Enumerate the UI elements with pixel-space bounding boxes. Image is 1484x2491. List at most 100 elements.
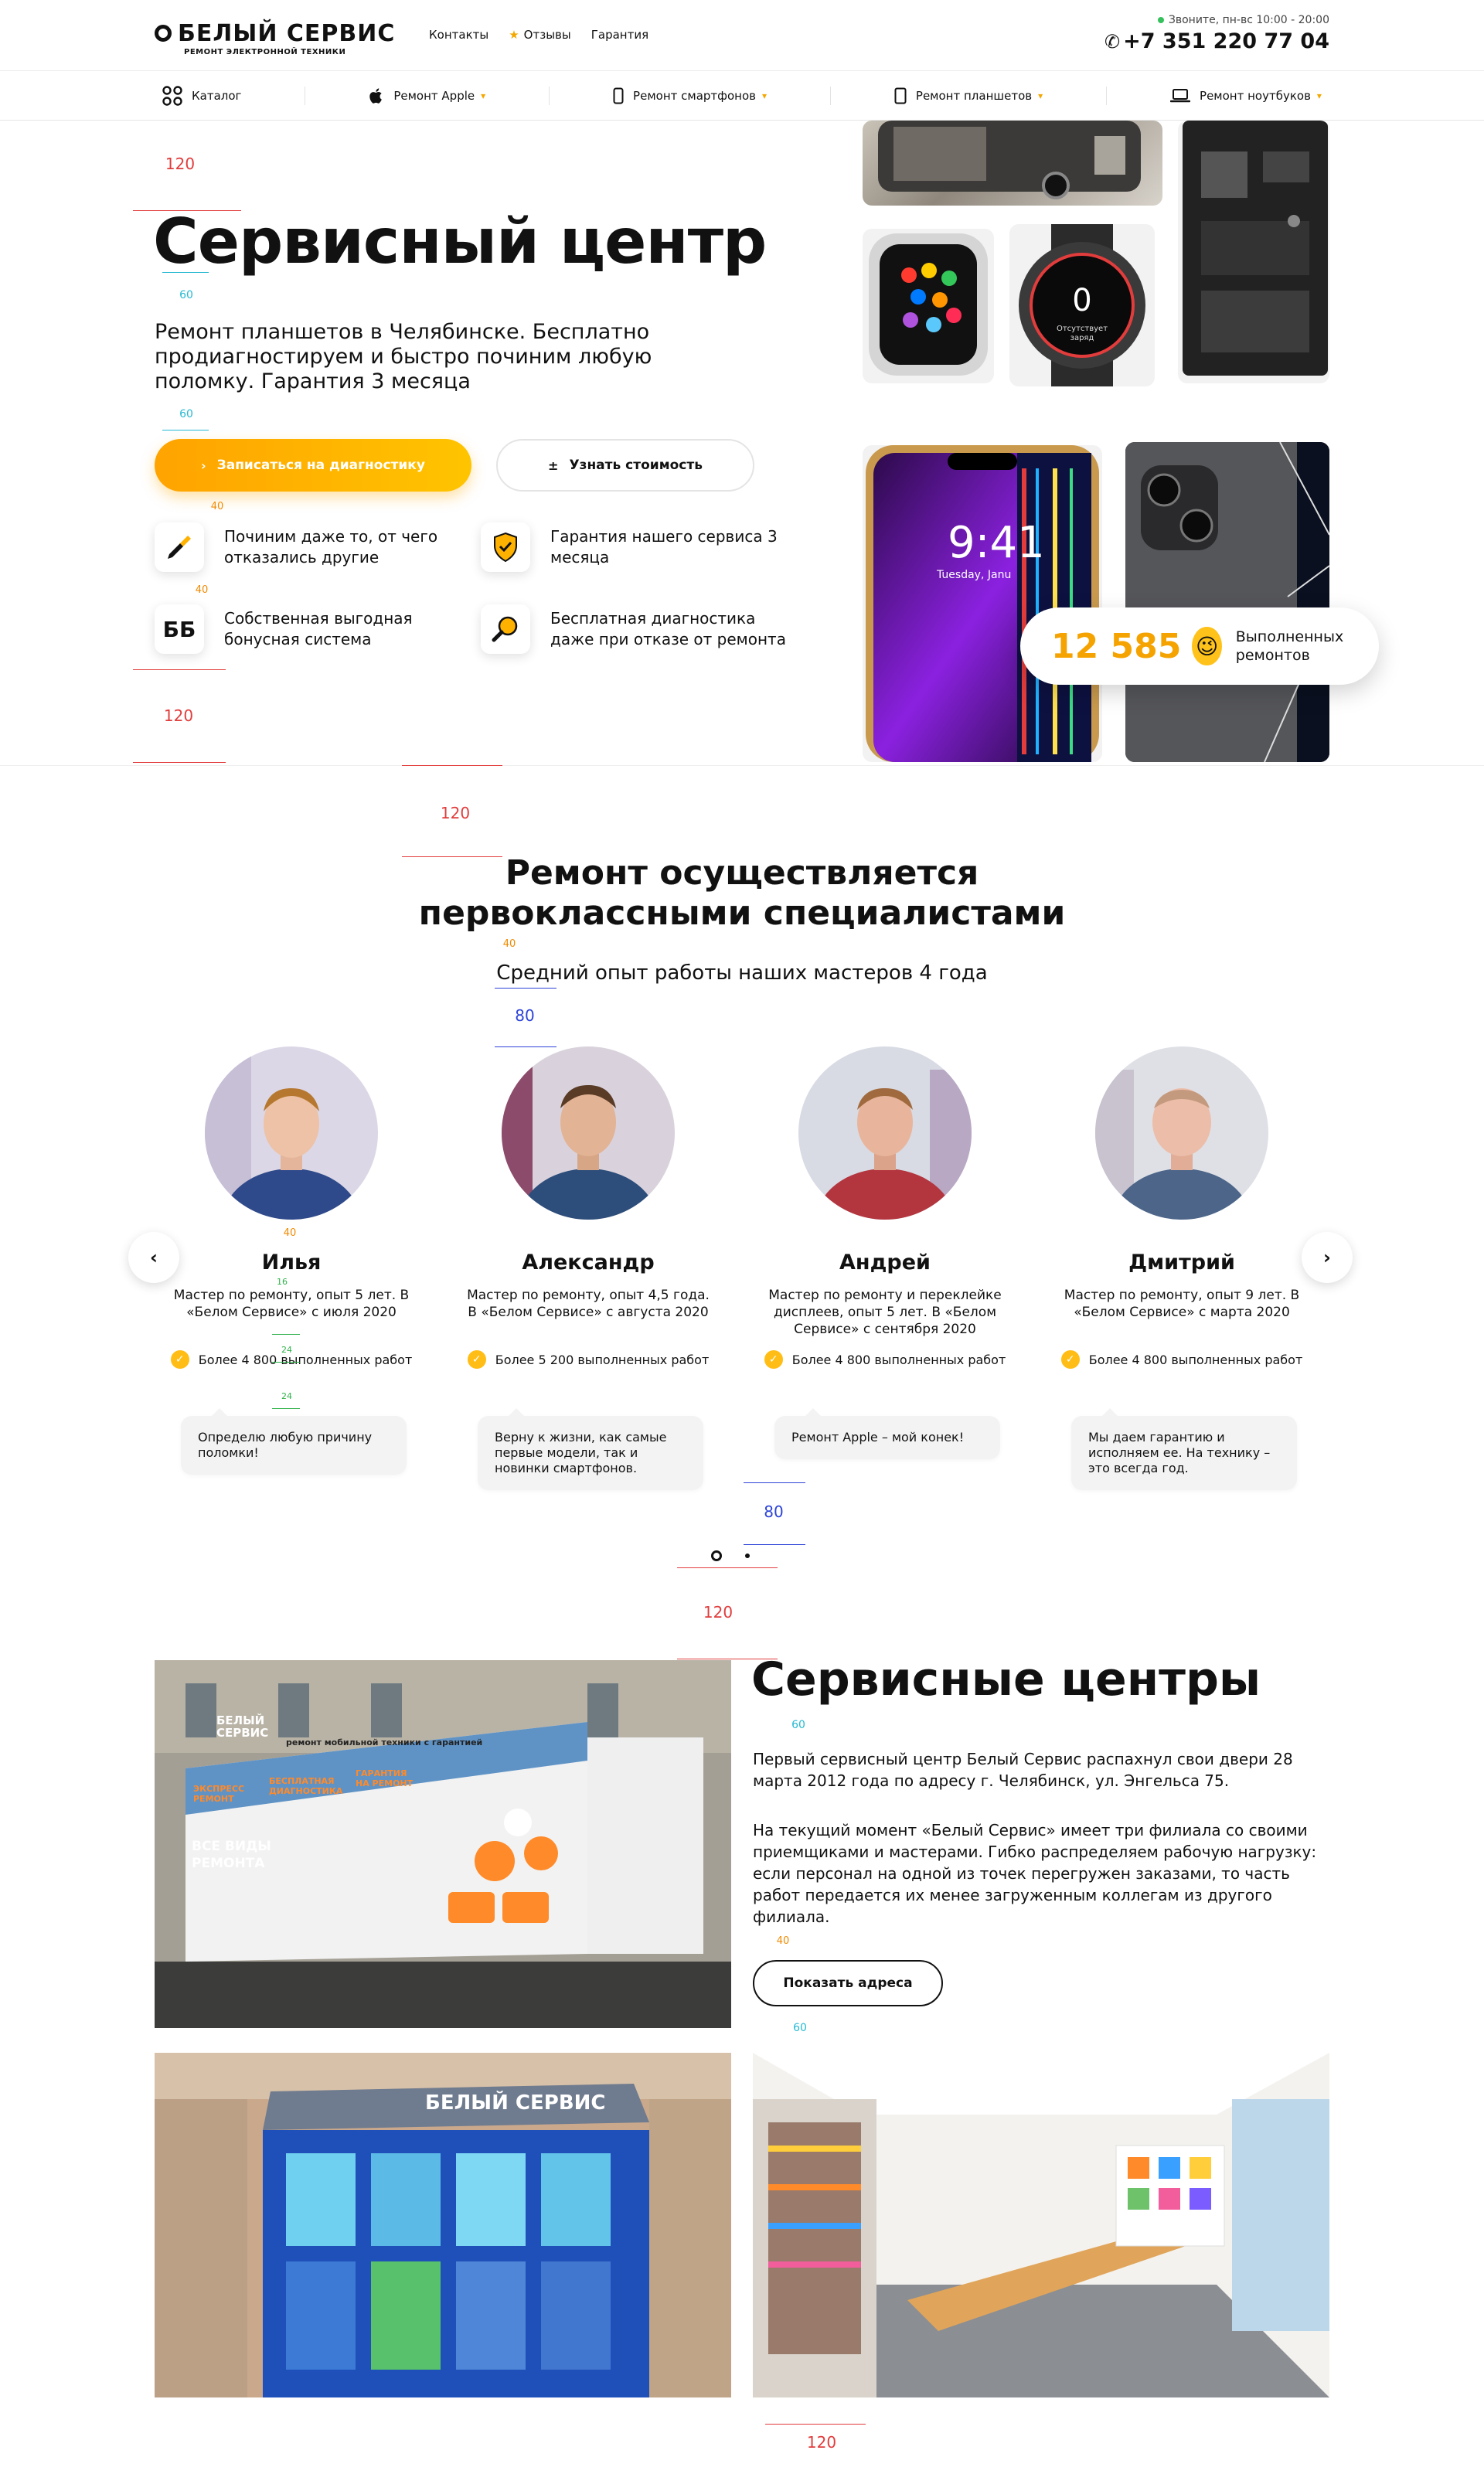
- guide-line: [744, 1482, 805, 1483]
- master-photo: [502, 1046, 675, 1220]
- show-addresses-button[interactable]: Показать адреса: [753, 1960, 943, 2006]
- spacing-guide: 120: [165, 155, 196, 173]
- spacing-guide: 40: [210, 501, 224, 512]
- hero-description: Ремонт планшетов в Челябинске. Бесплатно…: [155, 320, 652, 393]
- broken-ipad-illustration: [1125, 442, 1329, 762]
- link-contacts[interactable]: Контакты: [429, 28, 488, 42]
- master-quote: Определю любую причину поломки!: [181, 1408, 407, 1475]
- broken-iphone-illustration: [866, 445, 1099, 762]
- work-hours: Звоните, пн-вс 10:00 - 20:00: [1104, 14, 1329, 26]
- guide-line: [677, 1567, 778, 1568]
- spacing-guide: 60: [179, 289, 193, 301]
- repairs-count: 12 585: [1051, 626, 1182, 666]
- section-divider: [0, 765, 1484, 766]
- service-centers-paragraph: Первый сервисный центр Белый Сервис расп…: [753, 1750, 1293, 1790]
- online-dot-icon: [1157, 17, 1164, 23]
- laptop-icon: [1170, 89, 1191, 103]
- phone-icon: ✆: [1104, 31, 1121, 53]
- master-avatar-illustration: [1095, 1046, 1268, 1220]
- master-card: Илья Мастер по ремонту, опыт 5 лет. В «Б…: [164, 1046, 419, 1369]
- master-experience: Мастер по ремонту, опыт 9 лет. В «Белом …: [1064, 1288, 1300, 1320]
- repairs-label: Выполненных ремонтов: [1235, 628, 1344, 664]
- master-name: Андрей: [839, 1251, 931, 1274]
- master-experience: Мастер по ремонту, опыт 5 лет. В «Белом …: [173, 1288, 410, 1320]
- master-photo: [1095, 1046, 1268, 1220]
- specialists-subtitle: Средний опыт работы наших мастеров 4 год…: [496, 961, 988, 985]
- chevron-right-icon: ›: [201, 458, 206, 473]
- nav-catalog-label: Каталог: [192, 89, 242, 103]
- storefront-photo: БЕЛЫЙ СЕРВИС ремонт мобильной техники с …: [155, 1660, 731, 2028]
- link-reviews-label: Отзывы: [523, 28, 571, 42]
- master-name: Илья: [261, 1251, 322, 1274]
- store-interior-illustration: [753, 2053, 1329, 2397]
- blue-storefront-photo: БЕЛЫЙ СЕРВИС: [155, 2053, 731, 2397]
- hero-image-apple-watch: [863, 229, 994, 383]
- master-experience: Мастер по ремонту и переклейке дисплеев,…: [768, 1288, 1002, 1337]
- master-card: Андрей Мастер по ремонту и переклейке ди…: [757, 1046, 1013, 1369]
- top-links: Контакты ★ Отзывы Гарантия: [429, 28, 648, 42]
- master-experience: Мастер по ремонту, опыт 4,5 года. В «Бел…: [467, 1288, 710, 1320]
- bb-icon: ББ: [155, 604, 204, 654]
- chevron-down-icon: ▾: [1038, 90, 1043, 101]
- nav-apple-label: Ремонт Apple: [393, 89, 475, 103]
- nav-tablets[interactable]: Ремонт планшетов ▾: [887, 87, 1050, 104]
- master-quote: Ремонт Apple – мой конек!: [774, 1408, 1000, 1459]
- spacing-guide: 16: [277, 1277, 288, 1287]
- spacing-guide: 120: [163, 706, 194, 725]
- master-works-text: Более 4 800 выполненных работ: [1088, 1352, 1303, 1367]
- specialists-title: Ремонт осуществляется первоклассными спе…: [418, 853, 1066, 933]
- show-addresses-label: Показать адреса: [783, 1975, 913, 1991]
- guide-line: [133, 762, 226, 763]
- master-name: Александр: [522, 1251, 655, 1274]
- master-avatar-illustration: [798, 1046, 972, 1220]
- chevron-down-icon: ▾: [481, 90, 486, 101]
- guide-line: [495, 988, 556, 989]
- storefront-sign-brand: БЕЛЫЙ СЕРВИС: [216, 1713, 269, 1740]
- hero-image-broken-iphone: 9:41 Tuesday, Janu: [863, 445, 1102, 762]
- nav-catalog[interactable]: Каталог: [155, 86, 249, 106]
- site-header: БЕЛЫЙ СЕРВИС РЕМОНТ ЭЛЕКТРОННОЙ ТЕХНИКИ …: [0, 0, 1484, 71]
- carousel-pagination: [711, 1550, 750, 1561]
- blue-storefront-sign: БЕЛЫЙ СЕРВИС: [425, 2091, 606, 2115]
- hero-title: Сервисный центр: [153, 206, 767, 277]
- get-price-button[interactable]: ± Узнать стоимость: [496, 439, 754, 492]
- spacing-guide: 120: [703, 1603, 733, 1622]
- guide-line: [133, 669, 226, 670]
- pagination-dot-active[interactable]: [711, 1550, 722, 1561]
- master-works: ✓ Более 4 800 выполненных работ: [757, 1350, 1013, 1369]
- master-quote: Верну к жизни, как самые первые модели, …: [478, 1408, 703, 1490]
- link-reviews[interactable]: ★ Отзывы: [509, 28, 571, 42]
- chevron-down-icon: ▾: [1316, 90, 1322, 101]
- logo-subtitle: РЕМОНТ ЭЛЕКТРОННОЙ ТЕХНИКИ: [184, 48, 346, 56]
- nav-laptops[interactable]: Ремонт ноутбуков ▾: [1162, 88, 1329, 104]
- phone-icon: [613, 87, 624, 104]
- pagination-dot[interactable]: [745, 1553, 750, 1558]
- spacing-guide: 40: [776, 1935, 790, 1947]
- diagnostics-signup-button[interactable]: › Записаться на диагностику: [155, 439, 471, 492]
- spacing-guide: 120: [440, 804, 471, 822]
- phone-screen-date: Tuesday, Janu: [937, 569, 1012, 581]
- master-works-text: Более 4 800 выполненных работ: [791, 1352, 1006, 1367]
- feature-item: ББ Собственная выгодная бонусная система: [155, 604, 471, 654]
- check-icon: ✓: [170, 1350, 189, 1369]
- phone-screen-time: 9:41: [948, 518, 1045, 568]
- feature-text: Бесплатная диагностика даже при отказе о…: [550, 609, 786, 648]
- service-centers-paragraph: На текущий момент «Белый Сервис» имеет т…: [753, 1821, 1317, 1926]
- storefront-sign-slogan: ремонт мобильной техники с гарантией: [286, 1737, 483, 1747]
- hero-image-laptop-board: [1178, 121, 1329, 383]
- nav-smartphones[interactable]: Ремонт смартфонов ▾: [605, 87, 774, 104]
- nav-smartphones-label: Ремонт смартфонов: [633, 89, 756, 103]
- master-card: Александр Мастер по ремонту, опыт 4,5 го…: [461, 1046, 716, 1369]
- watch-text: Отсутствует заряд: [1056, 325, 1108, 342]
- diagnostics-signup-label: Записаться на диагностику: [216, 458, 425, 473]
- chevron-right-icon: ›: [1323, 1247, 1331, 1268]
- nav-apple[interactable]: Ремонт Apple ▾: [361, 87, 493, 104]
- star-icon: ★: [509, 28, 519, 42]
- master-photo: [205, 1046, 378, 1220]
- link-warranty[interactable]: Гарантия: [591, 28, 648, 42]
- wink-emoji-icon: 😉: [1192, 627, 1222, 665]
- nav-divider: [829, 87, 831, 105]
- phone-number[interactable]: ✆ +7 351 220 77 04: [1104, 29, 1329, 53]
- nav-divider: [549, 87, 550, 105]
- phone-internals-illustration: [878, 121, 1141, 199]
